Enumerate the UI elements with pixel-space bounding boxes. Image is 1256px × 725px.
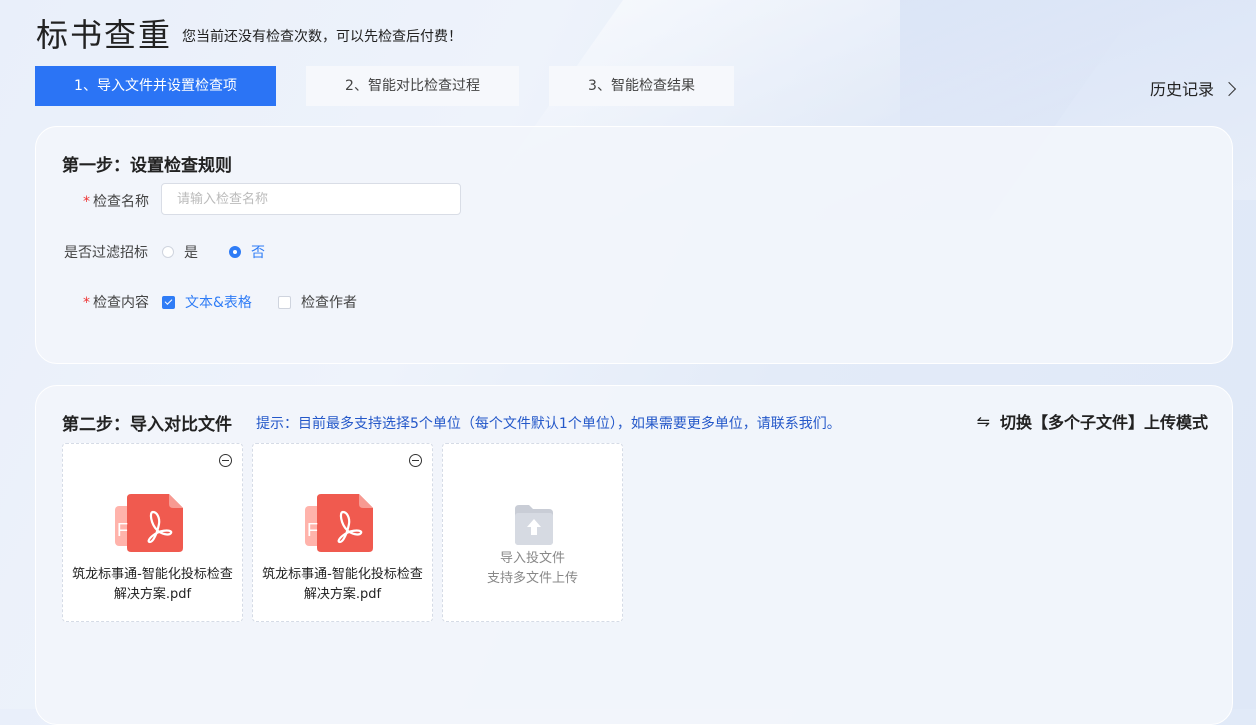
check-author-label: 检查作者 [301,295,357,311]
pdf-file-icon: F [115,494,183,552]
step1-panel: 第一步：设置检查规则 *检查名称 是否过滤招标 是 否 *检查内容 文本&表格 … [35,126,1233,364]
checkbox-unchecked-icon [278,295,291,309]
filter-yes-radio[interactable]: 是 [162,242,198,262]
radio-checked-icon [229,246,241,258]
uploaded-file-card: F 筑龙标事通-智能化投标检查解决方案.pdf [62,443,243,622]
checkbox-checked-icon [162,295,175,309]
filter-label: 是否过滤招标 [64,245,148,261]
step2-title: 第二步：导入对比文件 [62,415,232,435]
uploaded-file-card: F 筑龙标事通-智能化投标检查解决方案.pdf [252,443,433,622]
filter-yes-label: 是 [184,245,198,261]
filter-no-radio[interactable]: 否 [229,242,265,262]
history-link[interactable]: 历史记录 [1149,76,1237,100]
chevron-right-icon [1221,81,1237,96]
step2-panel: 第二步：导入对比文件 提示：目前最多支持选择5个单位（每个文件默认1个单位），如… [35,385,1233,725]
name-field-label: * 检查名称 [83,194,149,210]
pdf-file-icon: F [305,494,373,552]
check-author-checkbox[interactable]: 检查作者 [278,292,357,312]
required-mark: * [83,295,90,311]
switch-upload-mode-button[interactable]: ⇋ 切换【多个子文件】上传模式 [977,409,1208,433]
upload-hint: 提示：目前最多支持选择5个单位（每个文件默认1个单位），如果需要更多单位，请联系… [256,416,841,432]
history-label: 历史记录 [1149,80,1214,99]
filter-no-label: 否 [251,245,265,261]
upload-file-dropzone[interactable]: 导入投文件 支持多文件上传 [442,443,623,622]
text-table-checkbox[interactable]: 文本&表格 [162,292,252,312]
switch-upload-mode-label: 切换【多个子文件】上传模式 [999,413,1208,432]
folder-upload-icon [515,505,553,545]
check-name-input[interactable] [161,183,461,215]
radio-unchecked-icon [162,246,174,258]
text-table-label: 文本&表格 [185,295,252,311]
upload-sublabel: 支持多文件上传 [486,571,578,586]
file-name: 筑龙标事通-智能化投标检查解决方案.pdf [262,567,423,602]
step1-title: 第一步：设置检查规则 [62,156,232,176]
tab-import-settings[interactable]: 1、导入文件并设置检查项 [35,66,276,106]
file-name: 筑龙标事通-智能化投标检查解决方案.pdf [72,567,233,602]
swap-icon: ⇋ [976,411,990,431]
upload-label: 导入投文件 [499,551,565,566]
tab-check-results[interactable]: 3、智能检查结果 [549,66,734,106]
svg-text:F: F [307,520,318,540]
required-mark: * [83,194,90,210]
content-label: * 检查内容 [83,295,149,311]
remove-file-icon[interactable] [409,454,422,467]
remove-file-icon[interactable] [219,454,232,467]
page-title: 标书查重 [36,16,173,54]
tab-compare-process[interactable]: 2、智能对比检查过程 [306,66,519,106]
page-subtitle: 您当前还没有检查次数，可以先检查后付费！ [182,29,462,45]
svg-text:F: F [117,520,128,540]
